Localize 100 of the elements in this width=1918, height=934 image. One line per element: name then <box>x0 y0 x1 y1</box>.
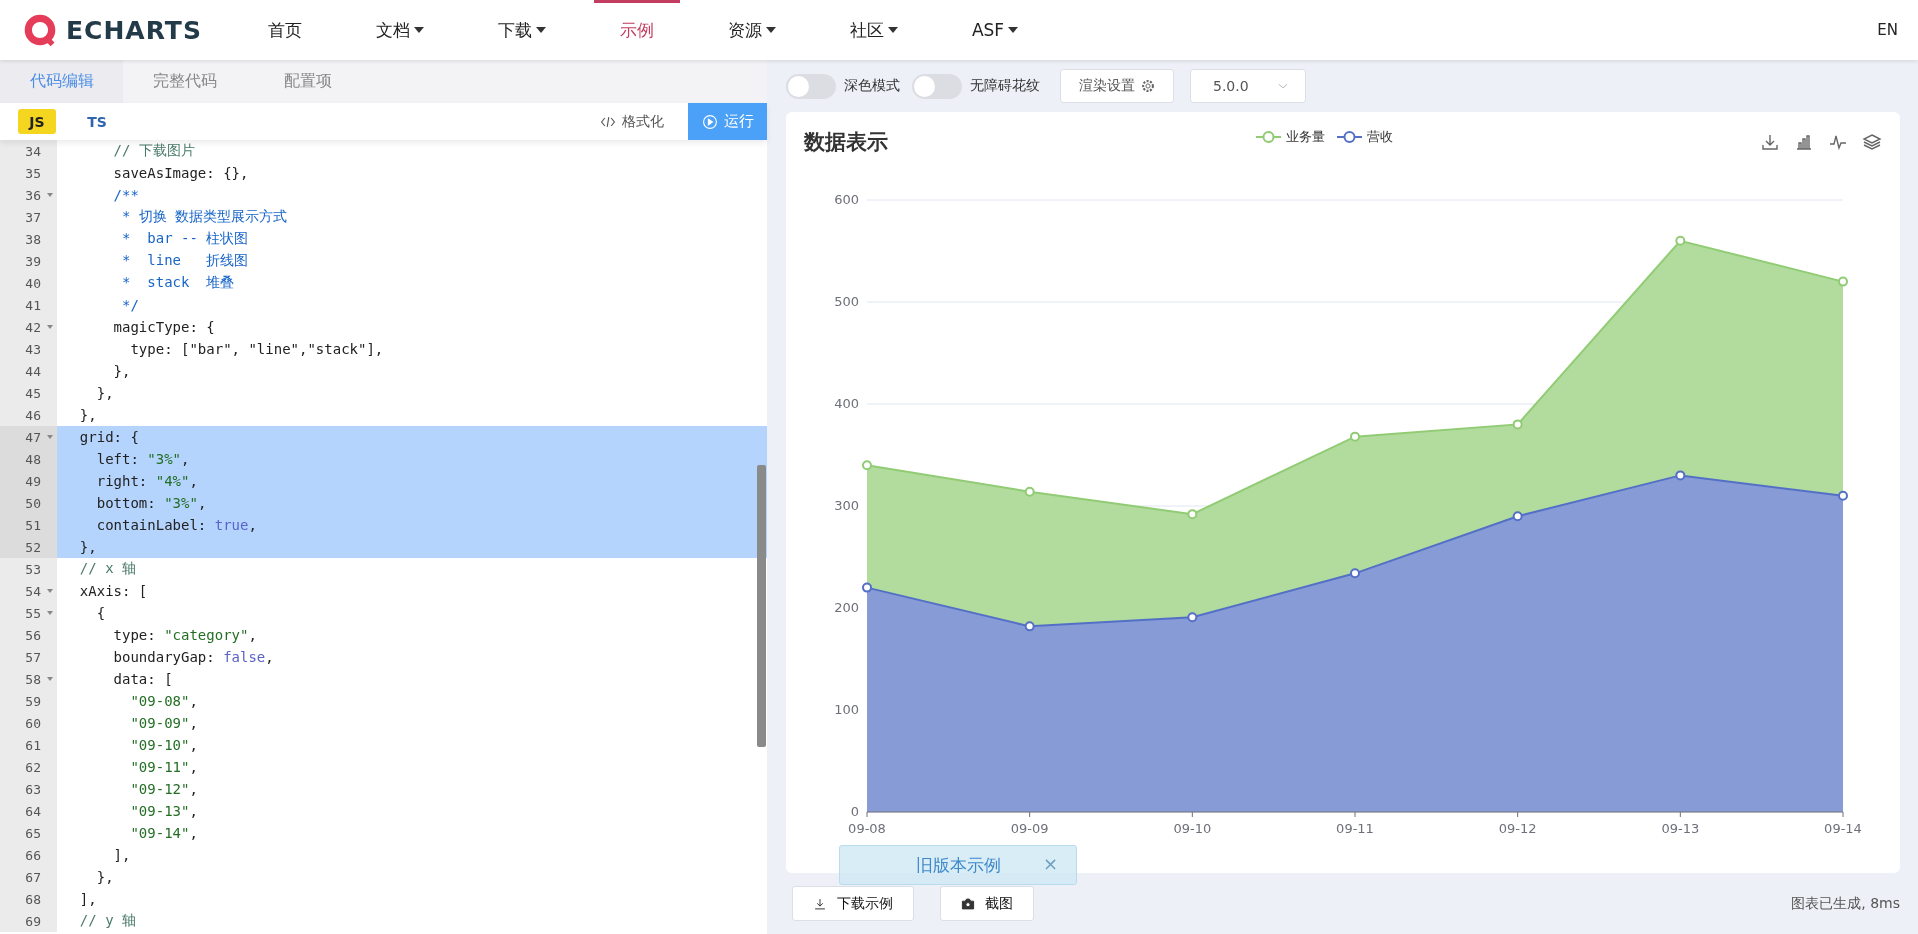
data-point <box>862 460 872 471</box>
nav-link[interactable]: 首页 <box>241 0 328 60</box>
toggle-switch[interactable] <box>912 73 962 99</box>
line-number: 35 <box>25 165 41 181</box>
code-line: bottom: "3%", <box>95 495 207 511</box>
code-line: "09-10", <box>129 737 198 753</box>
toast-text: 旧版本示例 <box>915 853 1001 877</box>
layers-icon[interactable] <box>1862 132 1882 152</box>
line-number: 69 <box>25 913 41 929</box>
code-line: right: "4%", <box>95 473 198 489</box>
nav-link[interactable]: 文档 <box>349 0 450 60</box>
code-line: magicType: { <box>112 319 215 335</box>
line-number: 57 <box>25 649 41 665</box>
code-line: data: [ <box>112 671 173 687</box>
language-tab[interactable]: JS <box>18 109 56 134</box>
line-number: 38 <box>25 231 41 247</box>
axis-label: 09-11 <box>1336 821 1374 836</box>
nav-link[interactable]: 社区 <box>823 0 924 60</box>
line-number: 34 <box>25 143 41 159</box>
line-number: 68 <box>25 891 41 907</box>
code-line: saveAsImage: {}, <box>112 165 249 181</box>
line-number: 40 <box>25 275 41 291</box>
axis-label: 09-14 <box>1824 821 1862 836</box>
code-line: * line 折线图 <box>121 252 249 270</box>
fold-icon[interactable] <box>47 193 53 197</box>
code-line: * stack 堆叠 <box>121 274 235 292</box>
axis-label: 600 <box>834 192 859 207</box>
axis-label: 500 <box>834 294 859 309</box>
line-number: 61 <box>25 737 41 753</box>
data-point <box>1350 431 1360 442</box>
toggle-switch[interactable] <box>786 73 836 99</box>
nav-link[interactable]: ASF <box>945 0 1045 60</box>
nav-link[interactable]: 资源 <box>701 0 802 60</box>
legend-item[interactable]: 营收 <box>1337 128 1393 146</box>
line-number: 41 <box>25 297 41 313</box>
line-number: 60 <box>25 715 41 731</box>
data-point <box>1024 621 1035 632</box>
line-number: 62 <box>25 759 41 775</box>
fold-icon[interactable] <box>47 611 53 615</box>
code-line: /** <box>112 187 139 203</box>
scrollbar-thumb[interactable] <box>757 465 766 747</box>
line-number: 56 <box>25 627 41 643</box>
line-number: 42 <box>25 319 41 335</box>
logo-text: ECHARTS <box>66 15 202 45</box>
line-number: 54 <box>25 583 41 599</box>
play-icon <box>701 113 718 130</box>
download-icon[interactable] <box>1760 132 1780 152</box>
line-number: 45 <box>25 385 41 401</box>
camera-icon <box>961 896 975 911</box>
code-line: * 切换 数据类型展示方式 <box>121 208 288 226</box>
code-line: // 下载图片 <box>112 142 195 160</box>
format-button[interactable]: 格式化 <box>576 103 688 140</box>
render-settings-button[interactable]: 渲染设置 <box>1060 69 1174 103</box>
legend-item[interactable]: 业务量 <box>1256 128 1325 146</box>
data-point <box>1838 490 1848 501</box>
data-point <box>862 582 872 593</box>
code-line: { <box>95 605 106 621</box>
data-point <box>1512 419 1523 430</box>
language-tab[interactable]: TS <box>78 109 116 134</box>
line-number: 55 <box>25 605 41 621</box>
code-line: "09-12", <box>129 781 198 797</box>
data-point <box>1350 568 1360 579</box>
download-icon <box>813 896 827 911</box>
axis-label: 0 <box>850 804 859 819</box>
line-number: 65 <box>25 825 41 841</box>
screenshot-button[interactable]: 截图 <box>940 886 1034 921</box>
line-number: 36 <box>25 187 41 203</box>
fold-icon[interactable] <box>47 677 53 681</box>
nav-link[interactable]: 下载 <box>471 0 572 60</box>
data-point <box>1675 235 1686 246</box>
code-line: xAxis: [ <box>78 583 148 599</box>
code-line: */ <box>121 297 139 313</box>
code-line: boundaryGap: false, <box>112 649 274 665</box>
version-select[interactable]: 5.0.0 <box>1190 69 1306 103</box>
switch-label: 无障碍花纹 <box>970 77 1040 95</box>
language-link[interactable]: EN <box>1877 21 1898 39</box>
data-point <box>1187 612 1198 623</box>
code-line: }, <box>95 869 114 885</box>
line-number: 39 <box>25 253 41 269</box>
line-number: 46 <box>25 407 41 423</box>
data-point <box>1024 486 1035 497</box>
code-line: type: ["bar", "line","stack"], <box>129 341 384 357</box>
code-line: }, <box>78 539 97 555</box>
code-line: ], <box>112 847 131 863</box>
axis-label: 400 <box>834 396 859 411</box>
fold-icon[interactable] <box>47 325 53 329</box>
line-number: 47 <box>25 429 41 445</box>
line-number: 64 <box>25 803 41 819</box>
line-number: 50 <box>25 495 41 511</box>
code-line: "09-14", <box>129 825 198 841</box>
line-number: 67 <box>25 869 41 885</box>
chart-title: 数据表示 <box>804 129 888 156</box>
fold-icon[interactable] <box>47 435 53 439</box>
code-line: grid: { <box>78 429 139 445</box>
download-button[interactable]: 下载示例 <box>792 886 914 921</box>
axis-label: 200 <box>834 600 859 615</box>
line-number: 49 <box>25 473 41 489</box>
code-line: "09-11", <box>129 759 198 775</box>
bar-chart-icon[interactable] <box>1794 132 1814 152</box>
fold-icon[interactable] <box>47 589 53 593</box>
